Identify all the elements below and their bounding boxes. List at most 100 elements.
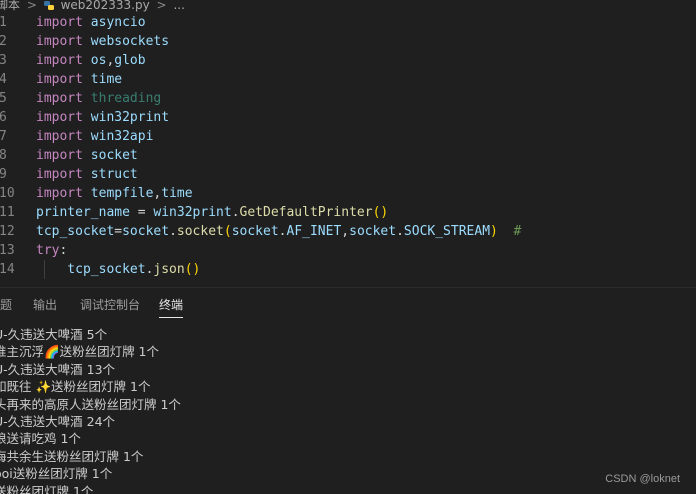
code-line[interactable]: 6 import win32print	[0, 108, 696, 127]
line-number: 12	[0, 224, 15, 239]
tab-debug-console[interactable]: 调试控制台	[80, 297, 140, 317]
code-line[interactable]: 13 try:	[0, 241, 696, 260]
line-number: 13	[0, 243, 15, 258]
code-token: threading	[82, 91, 162, 106]
code-token: tcp_socket	[36, 224, 115, 239]
code-editor[interactable]: 1 import asyncio 2 import websockets 3 import…	[0, 13, 696, 285]
code-line[interactable]: 8 import socket	[0, 146, 696, 165]
tab-output[interactable]: 输出	[33, 297, 57, 317]
code-line[interactable]: 9 import struct	[0, 165, 696, 184]
line-number: 4	[0, 72, 7, 87]
line-number: 9	[0, 167, 7, 182]
code-token: time	[161, 186, 193, 201]
terminal-line: 狼送请吃鸡 1个	[0, 431, 81, 447]
code-text: import websockets	[36, 32, 169, 51]
code-token: import	[36, 148, 83, 163]
code-token: socket	[349, 224, 397, 239]
code-token: import	[36, 110, 83, 125]
code-token: win32print	[82, 110, 170, 125]
code-text: import socket	[36, 146, 138, 165]
watermark: CSDN @loknet	[601, 473, 680, 485]
tab-problems[interactable]: 问题	[0, 297, 12, 317]
code-token: ()	[184, 262, 201, 277]
code-text: import threading	[36, 89, 161, 108]
code-line[interactable]: 5 import threading	[0, 89, 696, 108]
panel-tab-bar: 问题 输出 调试控制台 终端	[0, 289, 696, 319]
terminal-line: 惟主沉浮🌈送粉丝团灯牌 1个	[0, 344, 159, 360]
terminal-output[interactable]: U-久违送大啤酒 5个 惟主沉浮🌈送粉丝团灯牌 1个 U-久违送大啤酒 13个 如既往…	[0, 326, 696, 494]
code-text: import tempfile,time	[36, 184, 193, 203]
code-token: socket	[176, 224, 224, 239]
code-token: )	[490, 224, 498, 239]
line-number: 14	[0, 262, 15, 277]
code-line[interactable]: 1 import asyncio	[0, 13, 696, 32]
breadcrumb: 脚本 > web202333.py > ...	[0, 0, 696, 12]
code-text: tcp_socket.json()	[36, 260, 200, 279]
code-token: import	[36, 186, 83, 201]
code-text: import struct	[36, 165, 138, 184]
code-token: struct	[82, 167, 138, 182]
code-text: printer_name = win32print.GetDefaultPrin…	[36, 203, 388, 222]
code-token: #	[497, 224, 522, 239]
code-text: import win32print	[36, 108, 169, 127]
code-token: .	[231, 205, 240, 220]
code-line[interactable]: 12 tcp_socket=socket.socket(socket.AF_INE…	[0, 222, 696, 241]
code-token: glob	[114, 53, 146, 68]
line-number: 1	[0, 15, 7, 30]
panel-divider[interactable]	[0, 287, 696, 288]
code-line[interactable]: 10 import tempfile,time	[0, 184, 696, 203]
code-token: import	[36, 15, 83, 30]
code-token: import	[36, 167, 83, 182]
code-token: =	[129, 205, 154, 220]
code-token: win32print	[153, 205, 232, 220]
code-token: import	[36, 72, 83, 87]
code-token: asyncio	[82, 15, 146, 30]
code-line[interactable]: 14 tcp_socket.json()	[0, 260, 696, 279]
code-token: socket	[231, 224, 279, 239]
code-token: ()	[372, 205, 389, 220]
code-token: .	[169, 224, 177, 239]
code-token: AF_INET	[286, 224, 342, 239]
code-line[interactable]: 11 printer_name = win32print.GetDefaultPr…	[0, 203, 696, 222]
code-token: .	[396, 224, 404, 239]
breadcrumb-ellipsis[interactable]: ...	[173, 0, 184, 11]
code-token: import	[36, 129, 83, 144]
line-number: 8	[0, 148, 7, 163]
code-token: printer_name	[36, 205, 130, 220]
code-line[interactable]: 4 import time	[0, 70, 696, 89]
code-token: tempfile	[82, 186, 154, 201]
code-token: :	[59, 243, 68, 258]
code-token: try	[36, 243, 60, 258]
code-text: tcp_socket=socket.socket(socket.AF_INET,…	[36, 222, 521, 241]
line-number: 2	[0, 34, 7, 49]
code-token: time	[82, 72, 123, 87]
code-line[interactable]: 2 import websockets	[0, 32, 696, 51]
code-line[interactable]: 7 import win32api	[0, 127, 696, 146]
code-text: import os,glob	[36, 51, 146, 70]
terminal-line: 头再来的高原人送粉丝团灯牌 1个	[0, 396, 181, 412]
code-text: import time	[36, 70, 122, 89]
breadcrumb-folder[interactable]: 脚本	[0, 0, 20, 11]
code-token: SOCK_STREAM	[403, 224, 491, 239]
code-token: GetDefaultPrinter	[239, 205, 373, 220]
code-token: os	[82, 53, 107, 68]
code-text: try:	[36, 241, 67, 260]
code-line[interactable]: 3 import os,glob	[0, 51, 696, 70]
line-number: 11	[0, 205, 15, 220]
terminal-line: 如既往 ✨送粉丝团灯牌 1个	[0, 379, 151, 395]
code-token: =	[114, 224, 123, 239]
breadcrumb-separator-2: >	[156, 0, 167, 12]
breadcrumb-separator: >	[26, 0, 37, 12]
code-token: socket	[122, 224, 170, 239]
tab-terminal[interactable]: 终端	[159, 297, 184, 318]
code-text: import asyncio	[36, 13, 146, 32]
code-token: socket	[82, 148, 138, 163]
line-number: 10	[0, 186, 15, 201]
code-token: json	[153, 262, 185, 277]
code-token: .	[278, 224, 287, 239]
line-number: 7	[0, 129, 7, 144]
breadcrumb-file[interactable]: web202333.py	[61, 0, 150, 11]
python-file-icon	[43, 1, 54, 10]
line-number: 6	[0, 110, 7, 125]
terminal-line: 海共余生送粉丝团灯牌 1个	[0, 448, 144, 464]
